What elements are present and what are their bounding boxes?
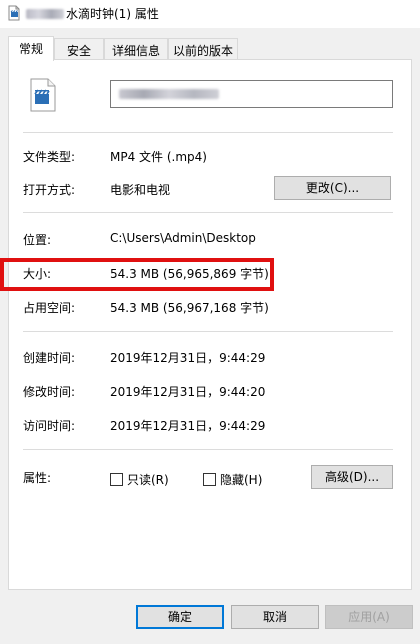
- change-button[interactable]: 更改(C)...: [274, 176, 391, 200]
- hidden-checkbox-box[interactable]: [203, 473, 216, 486]
- hidden-checkbox[interactable]: 隐藏(H): [203, 471, 262, 488]
- cancel-button[interactable]: 取消: [231, 605, 319, 629]
- attributes-label: 属性:: [23, 471, 52, 485]
- video-file-icon: [8, 5, 20, 21]
- divider: [23, 212, 393, 213]
- hidden-label: 隐藏(H): [220, 473, 263, 487]
- tab-general[interactable]: 常规: [8, 36, 54, 61]
- advanced-button[interactable]: 高级(D)...: [311, 465, 393, 489]
- ok-button[interactable]: 确定: [136, 605, 224, 629]
- size-on-disk-label: 占用空间:: [23, 301, 76, 315]
- divider: [23, 132, 393, 133]
- accessed-value: 2019年12月31日，9:44:29: [110, 419, 266, 433]
- modified-label: 修改时间:: [23, 385, 76, 399]
- created-value: 2019年12月31日，9:44:29: [110, 351, 266, 365]
- file-type-value: MP4 文件 (.mp4): [110, 150, 207, 164]
- location-label: 位置:: [23, 233, 52, 247]
- divider: [23, 331, 393, 332]
- video-file-icon: [30, 78, 56, 112]
- readonly-checkbox[interactable]: 只读(R): [110, 471, 169, 488]
- open-with-value: 电影和电视: [110, 183, 171, 197]
- file-type-label: 文件类型:: [23, 150, 76, 164]
- tab-security[interactable]: 安全: [54, 38, 104, 60]
- apply-button[interactable]: 应用(A): [325, 605, 413, 629]
- location-value: C:\Users\Admin\Desktop: [110, 231, 256, 245]
- window-title: 水滴时钟(1) 属性: [66, 7, 159, 21]
- file-name-field[interactable]: [110, 80, 393, 108]
- divider: [23, 449, 393, 450]
- accessed-label: 访问时间:: [23, 419, 76, 433]
- general-panel: 文件类型: MP4 文件 (.mp4) 打开方式: 电影和电视 更改(C)...…: [8, 59, 412, 590]
- readonly-label: 只读(R): [127, 473, 169, 487]
- tab-details[interactable]: 详细信息: [104, 38, 168, 60]
- size-on-disk-value: 54.3 MB (56,967,168 字节): [110, 301, 269, 315]
- title-redacted-name: [26, 9, 64, 19]
- created-label: 创建时间:: [23, 351, 76, 365]
- title-bar: 水滴时钟(1) 属性: [0, 0, 420, 28]
- tab-previous-versions[interactable]: 以前的版本: [168, 38, 238, 60]
- modified-value: 2019年12月31日，9:44:20: [110, 385, 266, 399]
- open-with-label: 打开方式:: [23, 183, 76, 197]
- file-name-redacted: [119, 89, 219, 99]
- readonly-checkbox-box[interactable]: [110, 473, 123, 486]
- size-highlight-box: [0, 258, 274, 291]
